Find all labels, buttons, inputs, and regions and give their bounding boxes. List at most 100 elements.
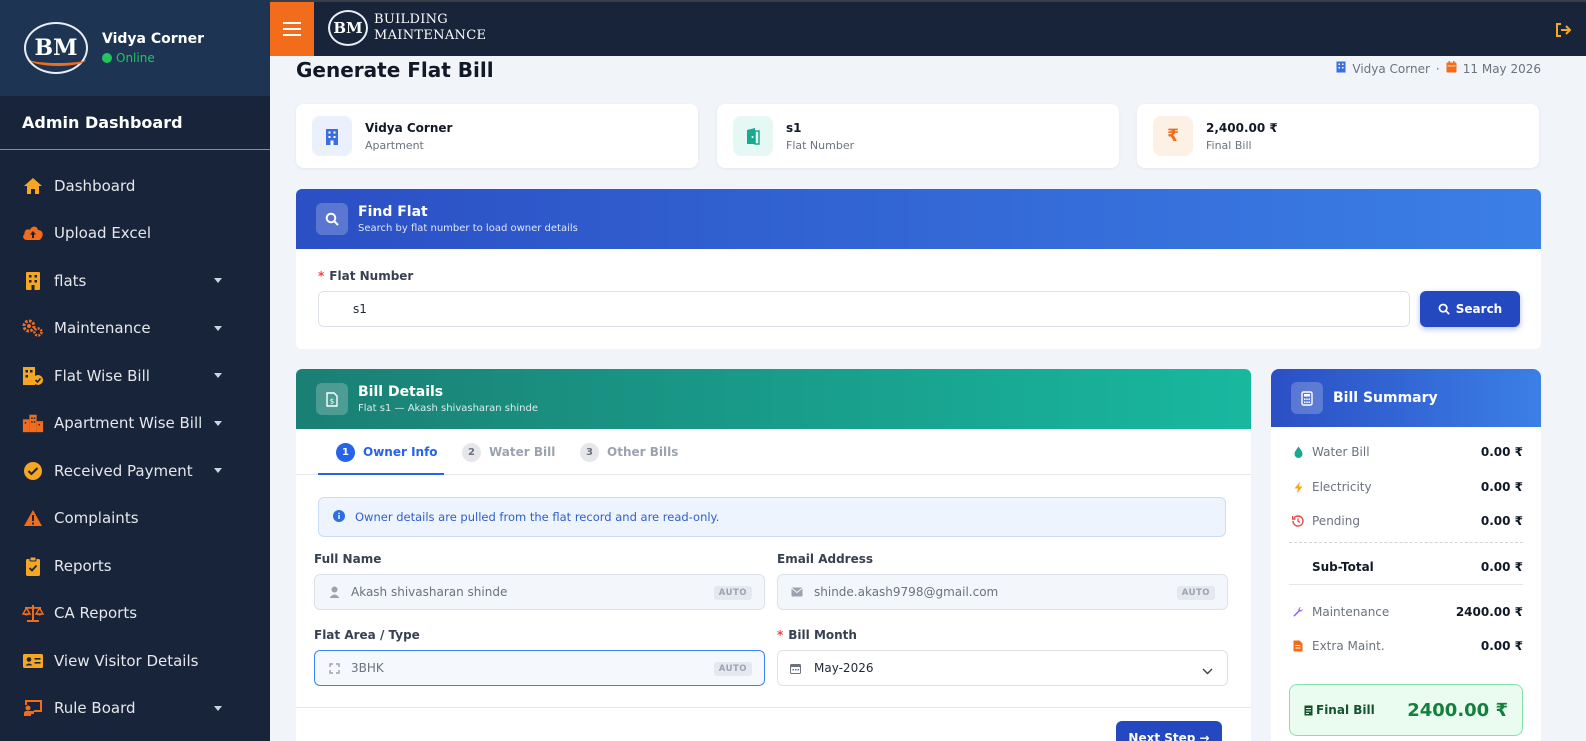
sidebar-item-label: Reports — [54, 556, 112, 575]
search-icon — [316, 203, 348, 235]
online-status: Online — [102, 51, 204, 65]
read-only-notice: Owner details are pulled from the flat r… — [318, 497, 1226, 537]
sidebar-item-apartment-wise-bill[interactable]: Apartment Wise Bill — [0, 400, 270, 448]
check-circle-icon — [22, 460, 44, 482]
info-icon — [333, 509, 345, 525]
sidebar-item-flat-wise-bill[interactable]: Flat Wise Bill — [0, 352, 270, 400]
card-final-bill-label: Final Bill — [1206, 138, 1252, 152]
building-check-icon — [22, 365, 44, 387]
sidebar-nav: Dashboard Upload Excel flats Maintenance… — [0, 150, 270, 732]
card-apartment-label: Apartment — [365, 138, 424, 152]
summary-row-water-bill: Water Bill 0.00 ₹ — [1291, 445, 1523, 459]
tab-other-bills[interactable]: 3 Other Bills — [580, 429, 678, 475]
brand-line-2: MAINTENANCE — [374, 28, 487, 43]
sidebar: BM Vidya Corner Online Admin Dashboard D… — [0, 0, 270, 741]
brand-logo: BM — [24, 22, 88, 74]
flat-area-field[interactable]: 3BHK AUTO — [314, 650, 765, 686]
flat-number-input[interactable] — [318, 291, 1410, 327]
sidebar-item-maintenance[interactable]: Maintenance — [0, 305, 270, 353]
expand-icon — [327, 662, 341, 674]
sidebar-item-view-visitor-details[interactable]: View Visitor Details — [0, 637, 270, 685]
cloud-upload-icon — [22, 222, 44, 244]
bill-details-title: Bill Details — [358, 384, 444, 400]
next-step-button[interactable]: Next Step → — [1116, 721, 1222, 741]
auto-badge: AUTO — [713, 662, 752, 676]
sidebar-item-ca-reports[interactable]: CA Reports — [0, 590, 270, 638]
bill-details-panel: $ Bill Details Flat s1 — Akash shivashar… — [296, 369, 1251, 741]
final-bill-value: 2400.00 ₹ — [1407, 699, 1508, 721]
meta-separator: · — [1435, 61, 1440, 76]
flat-number-card: s1 Flat Number — [717, 104, 1119, 168]
bill-details-subtitle: Flat s1 — Akash shivasharan shinde — [358, 403, 538, 414]
flat-number-label: * Flat Number — [318, 269, 414, 283]
logout-icon[interactable] — [1554, 22, 1572, 42]
meta-apartment: Vidya Corner — [1352, 61, 1430, 76]
building-icon — [312, 116, 352, 156]
sidebar-item-received-payment[interactable]: Received Payment — [0, 447, 270, 495]
sidebar-item-complaints[interactable]: Complaints — [0, 495, 270, 543]
search-icon — [1438, 303, 1450, 315]
page-meta: Vidya Corner · 11 May 2026 — [1336, 61, 1541, 76]
brand-line-1: BUILDING — [374, 12, 448, 27]
auto-badge: AUTO — [1176, 586, 1215, 600]
door-icon — [733, 116, 773, 156]
gears-icon — [22, 317, 44, 339]
sidebar-item-label: Complaints — [54, 509, 139, 528]
summary-row-extra-maint: Extra Maint. 0.00 ₹ — [1291, 639, 1523, 653]
online-dot-icon — [102, 53, 112, 63]
clipboard-check-icon — [22, 555, 44, 577]
bill-month-value: May-2026 — [814, 661, 874, 675]
final-bill-card: ₹ 2,400.00 ₹ Final Bill — [1137, 104, 1539, 168]
sidebar-item-label: Apartment Wise Bill — [54, 414, 203, 433]
chalkboard-icon — [22, 697, 44, 719]
user-name: Vidya Corner — [102, 31, 205, 47]
sidebar-item-label: CA Reports — [54, 604, 138, 623]
hamburger-menu-button[interactable] — [270, 2, 314, 56]
bill-month-label: * Bill Month — [777, 628, 857, 642]
droplet-icon — [1291, 446, 1305, 458]
user-icon — [327, 586, 341, 598]
topbar: BM BUILDING MAINTENANCE — [270, 0, 1586, 56]
chevron-down-icon — [214, 705, 222, 711]
sidebar-item-flats[interactable]: flats — [0, 257, 270, 305]
email-field[interactable]: shinde.akash9798@gmail.com AUTO — [777, 574, 1228, 610]
brand: BM BUILDING MAINTENANCE — [328, 10, 486, 46]
active-tab-indicator — [318, 473, 444, 475]
card-final-bill-amount: 2,400.00 ₹ — [1206, 120, 1278, 135]
sidebar-item-reports[interactable]: Reports — [0, 542, 270, 590]
form-divider — [296, 707, 1251, 708]
wrench-icon — [1291, 606, 1305, 618]
history-icon — [1291, 515, 1305, 527]
bill-summary-header: Bill Summary — [1271, 369, 1541, 427]
rupee-icon: ₹ — [1153, 116, 1193, 156]
bill-steps-tabs: 1 Owner Info 2 Water Bill 3 Other Bills — [296, 429, 1251, 475]
tab-owner-info[interactable]: 1 Owner Info — [336, 429, 438, 475]
warning-icon — [22, 507, 44, 529]
sidebar-item-label: Flat Wise Bill — [54, 366, 150, 385]
sidebar-item-rule-board[interactable]: Rule Board — [0, 685, 270, 733]
svg-text:$: $ — [330, 397, 334, 405]
find-flat-subtitle: Search by flat number to load owner deta… — [358, 223, 578, 234]
bill-month-select[interactable]: May-2026 — [777, 650, 1228, 686]
sidebar-item-upload-excel[interactable]: Upload Excel — [0, 210, 270, 258]
full-name-value: Akash shivasharan shinde — [351, 585, 508, 599]
final-bill-label: Final Bill — [1304, 703, 1375, 717]
email-value: shinde.akash9798@gmail.com — [814, 585, 999, 599]
sidebar-item-dashboard[interactable]: Dashboard — [0, 162, 270, 210]
tab-water-bill[interactable]: 2 Water Bill — [462, 429, 555, 475]
lightning-icon — [1291, 481, 1305, 494]
chevron-down-icon — [214, 278, 222, 283]
search-button[interactable]: Search — [1420, 291, 1520, 327]
full-name-label: Full Name — [314, 552, 382, 566]
bill-summary-title: Bill Summary — [1333, 390, 1438, 406]
summary-divider — [1289, 584, 1523, 585]
flat-area-value: 3BHK — [351, 661, 384, 675]
full-name-field[interactable]: Akash shivasharan shinde AUTO — [314, 574, 765, 610]
summary-row-subtotal: Sub-Total 0.00 ₹ — [1312, 560, 1523, 574]
card-flat-label: Flat Number — [786, 138, 855, 152]
document-icon — [1291, 640, 1305, 652]
brand-logo-icon: BM — [328, 10, 368, 46]
home-icon — [22, 175, 44, 197]
summary-row-maintenance: Maintenance 2400.00 ₹ — [1291, 605, 1523, 619]
building-icon — [22, 270, 44, 292]
